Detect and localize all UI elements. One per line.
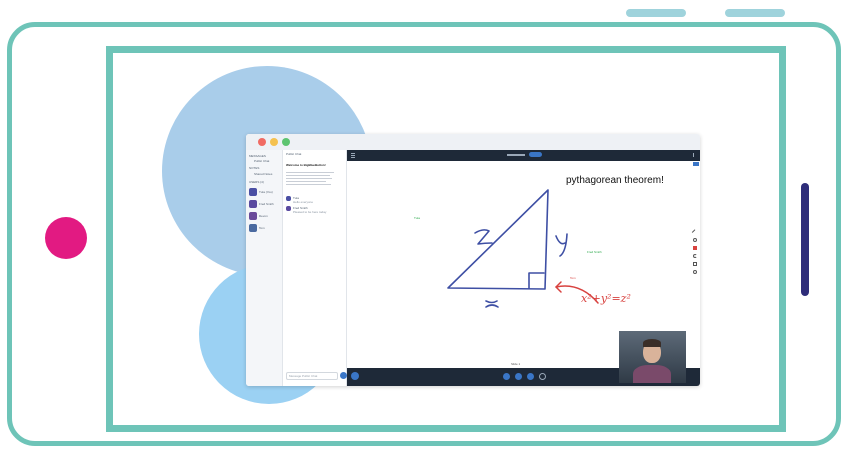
label-y-stroke bbox=[555, 233, 568, 257]
person-shirt bbox=[633, 365, 671, 383]
annotation-tag: Fred Smith bbox=[587, 250, 602, 254]
whiteboard-drawing bbox=[447, 189, 599, 308]
equation-text: x²+y²=z² bbox=[581, 292, 631, 305]
triangle-shape bbox=[447, 189, 549, 290]
whiteboard-title: pythagorean theorem! bbox=[566, 175, 664, 186]
person-hair bbox=[643, 339, 661, 347]
annotation-tag: Tom bbox=[570, 276, 576, 280]
webcam-video[interactable] bbox=[619, 331, 686, 383]
label-x-stroke bbox=[485, 300, 499, 308]
label-z-stroke bbox=[474, 229, 493, 245]
right-angle-marker bbox=[528, 272, 545, 289]
annotation-tag: Tuta bbox=[414, 216, 420, 220]
